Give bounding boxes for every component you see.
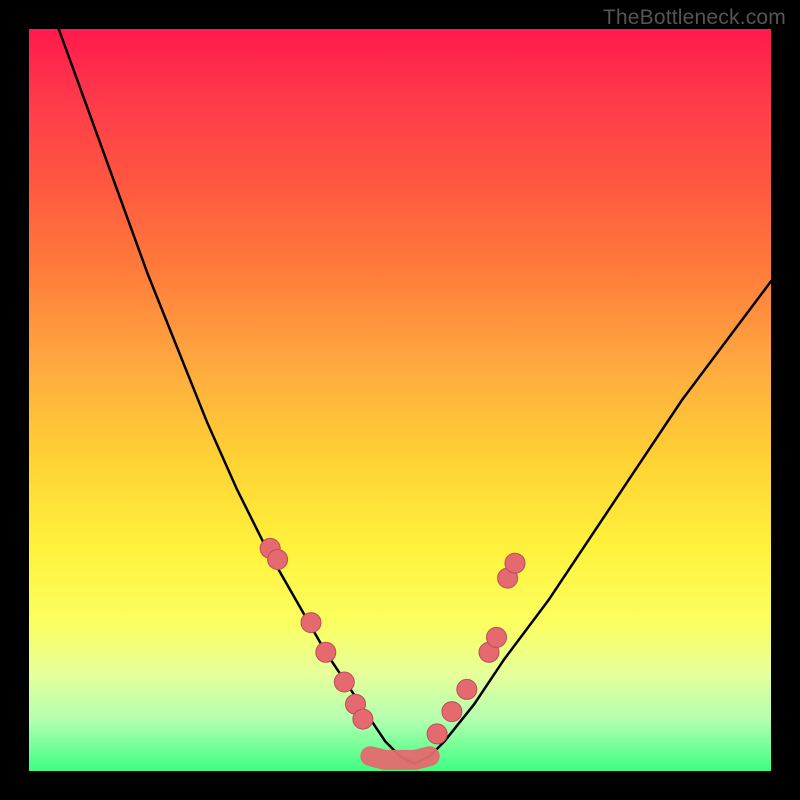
curve-floor-band — [370, 756, 429, 760]
data-marker — [316, 642, 336, 662]
data-marker — [442, 702, 462, 722]
bottleneck-curve — [59, 29, 771, 764]
data-marker — [268, 550, 288, 570]
data-marker — [457, 679, 477, 699]
data-marker — [427, 724, 447, 744]
watermark-text: TheBottleneck.com — [603, 6, 786, 30]
plot-area — [29, 29, 771, 771]
chart-frame: TheBottleneck.com — [0, 0, 800, 800]
data-marker — [301, 613, 321, 633]
data-marker — [353, 709, 373, 729]
data-marker — [505, 553, 525, 573]
data-marker — [334, 672, 354, 692]
chart-overlay — [29, 29, 771, 771]
data-marker — [487, 627, 507, 647]
